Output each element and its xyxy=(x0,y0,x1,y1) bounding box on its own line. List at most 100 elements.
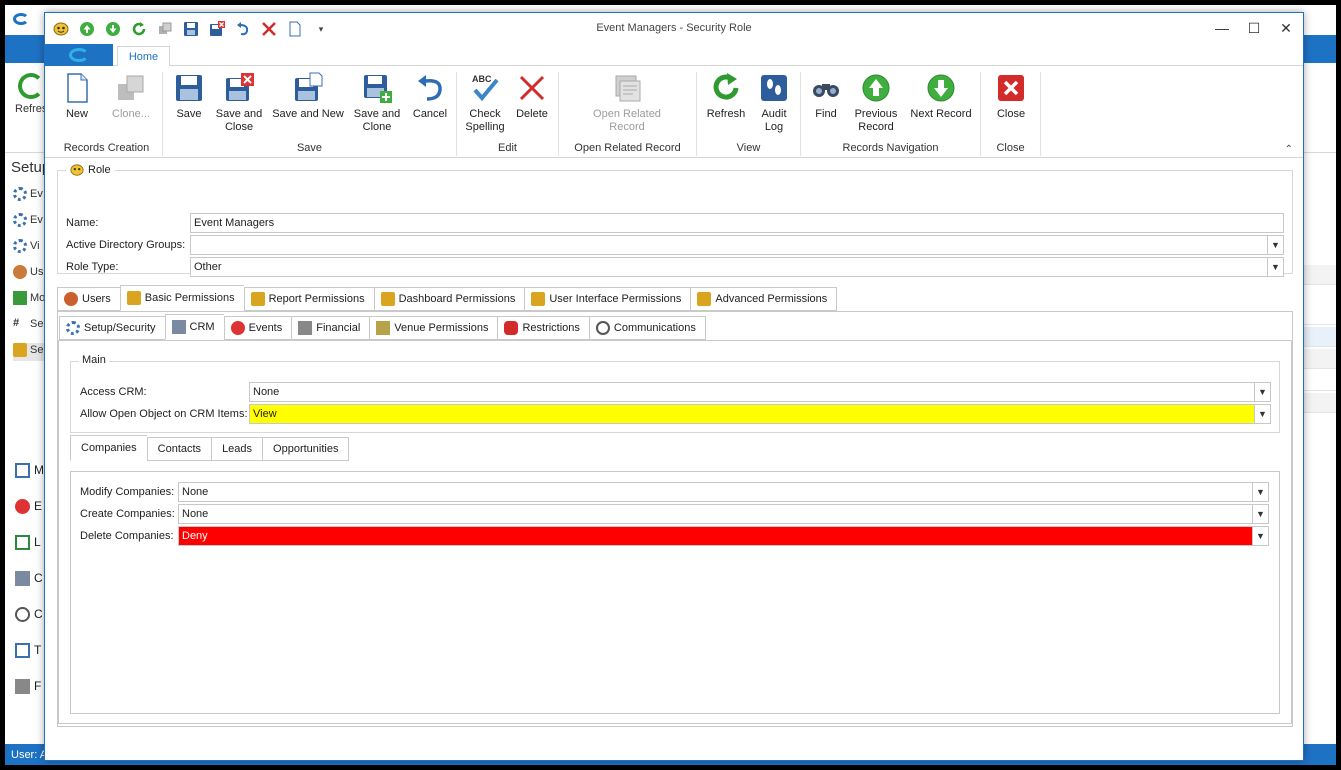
close-button[interactable]: Close xyxy=(989,72,1033,121)
close-window-button[interactable]: ✕ xyxy=(1277,19,1295,37)
cancel-button[interactable]: Cancel xyxy=(409,72,451,121)
create-companies-row: Create Companies: None ▼ xyxy=(80,504,1280,524)
role-type-dropdown[interactable]: Other ▼ xyxy=(190,257,1284,277)
bg-side-item[interactable]: # Se xyxy=(13,317,47,335)
save-and-new-button[interactable]: Save and New xyxy=(271,72,345,121)
security-role-window: ▾ Event Managers - Security Role — ☐ ✕ H… xyxy=(44,12,1304,761)
group-label-view: View xyxy=(736,142,761,154)
bg-side-item[interactable]: Us xyxy=(13,265,47,283)
tab-financial[interactable]: Financial xyxy=(291,316,370,340)
window-title: Event Managers - Security Role xyxy=(596,22,752,34)
calculator-icon xyxy=(298,321,313,335)
hash-icon: # xyxy=(13,317,20,329)
pin-icon xyxy=(15,499,30,515)
bg-refresh-button[interactable]: Refres xyxy=(15,73,47,115)
bg-side-item[interactable]: Se xyxy=(13,343,47,361)
save-clone-icon xyxy=(364,75,392,103)
tab-contacts[interactable]: Contacts xyxy=(146,437,212,461)
users-icon xyxy=(64,292,78,306)
group-label-open-related: Open Related Record xyxy=(574,142,681,154)
modify-companies-dropdown[interactable]: None ▼ xyxy=(178,482,1269,502)
next-record-button[interactable]: Next Record xyxy=(905,72,977,121)
save-and-close-button[interactable]: Save and Close xyxy=(213,72,265,134)
minimize-button[interactable]: — xyxy=(1213,19,1231,37)
tab-restrictions[interactable]: Restrictions xyxy=(497,316,589,340)
file-menu-tab[interactable] xyxy=(45,44,113,66)
maximize-button[interactable]: ☐ xyxy=(1245,19,1263,37)
access-crm-row: Access CRM: None ▼ xyxy=(80,382,1280,402)
related-record-icon xyxy=(615,75,641,102)
chevron-down-icon[interactable]: ▼ xyxy=(1252,527,1268,545)
bg-side-item[interactable]: Vi xyxy=(13,239,47,257)
bg-side-item[interactable]: Ev xyxy=(13,213,47,231)
ad-groups-dropdown[interactable]: ▼ xyxy=(190,235,1284,255)
tab-communications[interactable]: Communications xyxy=(588,316,706,340)
tab-crm[interactable]: CRM xyxy=(164,314,224,340)
collapse-ribbon-icon[interactable]: ⌃ xyxy=(1285,144,1293,155)
tab-advanced-permissions[interactable]: Advanced Permissions xyxy=(690,287,838,311)
companies-panel: Modify Companies: None ▼ Create Companies… xyxy=(70,471,1280,714)
role-legend: Role xyxy=(66,163,115,177)
new-button[interactable]: New xyxy=(55,72,99,121)
chevron-down-icon[interactable]: ▼ xyxy=(1252,505,1268,523)
bg-grid-row xyxy=(1303,327,1336,347)
tab-report-permissions[interactable]: Report Permissions xyxy=(243,287,374,311)
arrow-up-circle-icon xyxy=(862,74,890,102)
check-spelling-button[interactable]: ABC Check Spelling xyxy=(461,72,509,134)
previous-record-button[interactable]: Previous Record xyxy=(851,72,901,134)
tab-events[interactable]: Events xyxy=(223,316,292,340)
chevron-down-icon[interactable]: ▼ xyxy=(1252,483,1268,501)
building-icon xyxy=(15,571,30,587)
chevron-down-icon[interactable]: ▼ xyxy=(1267,236,1283,254)
new-document-icon xyxy=(67,73,88,103)
money-icon xyxy=(13,291,27,305)
bg-side-item[interactable]: Mo xyxy=(13,291,47,309)
chevron-down-icon[interactable]: ▼ xyxy=(1254,405,1270,423)
venue-icon xyxy=(376,321,391,335)
main-group: Main Access CRM: None ▼ Allow Open Object… xyxy=(70,354,1280,433)
bg-grid-row xyxy=(1303,265,1336,285)
tab-user-interface-permissions[interactable]: User Interface Permissions xyxy=(524,287,691,311)
tab-leads[interactable]: Leads xyxy=(211,437,263,461)
allow-open-object-dropdown[interactable]: View ▼ xyxy=(249,404,1271,424)
tab-home[interactable]: Home xyxy=(117,46,170,67)
tab-setup-security[interactable]: Setup/Security xyxy=(59,316,165,340)
chevron-down-icon[interactable]: ▼ xyxy=(1267,258,1283,276)
delete-companies-row: Delete Companies: Deny ▼ xyxy=(80,526,1280,546)
tab-opportunities[interactable]: Opportunities xyxy=(262,437,350,461)
tab-basic-permissions[interactable]: Basic Permissions xyxy=(119,285,244,311)
bg-refresh-label: Refres xyxy=(15,103,48,115)
stop-hand-icon xyxy=(504,321,519,335)
tab-dashboard-permissions[interactable]: Dashboard Permissions xyxy=(373,287,525,311)
save-button[interactable]: Save xyxy=(169,72,209,121)
allow-open-object-row: Allow Open Object on CRM Items: View ▼ xyxy=(80,404,1280,424)
chevron-down-icon[interactable]: ▼ xyxy=(1254,383,1270,401)
gear-icon xyxy=(13,213,27,227)
clone-button[interactable]: Clone... xyxy=(103,72,159,121)
save-and-clone-button[interactable]: Save and Clone xyxy=(351,72,403,134)
tab-users[interactable]: Users xyxy=(57,287,120,311)
bg-grid-right xyxy=(1303,153,1336,743)
audit-log-button[interactable]: Audit Log xyxy=(753,72,795,134)
delete-button[interactable]: Delete xyxy=(511,72,553,121)
ribbon-group-records-creation: New Clone... Records Creation xyxy=(51,72,163,156)
home-icon xyxy=(15,463,30,479)
create-companies-dropdown[interactable]: None ▼ xyxy=(178,504,1269,524)
title-bar: ▾ Event Managers - Security Role — ☐ ✕ xyxy=(45,13,1303,44)
find-button[interactable]: Find xyxy=(807,72,845,121)
floppy-disk-icon xyxy=(176,75,202,101)
group-label-close: Close xyxy=(996,142,1025,154)
delete-companies-dropdown[interactable]: Deny ▼ xyxy=(178,526,1269,546)
tab-companies[interactable]: Companies xyxy=(70,435,147,461)
app-logo-icon xyxy=(69,48,89,62)
gear-icon xyxy=(66,321,80,335)
name-field[interactable]: Event Managers xyxy=(190,213,1284,233)
open-related-record-button[interactable]: Open Related Record xyxy=(587,72,667,134)
gear-icon xyxy=(13,239,27,253)
save-close-icon xyxy=(226,73,254,101)
tab-venue-permissions[interactable]: Venue Permissions xyxy=(369,316,498,340)
refresh-button[interactable]: Refresh xyxy=(703,72,749,121)
access-crm-dropdown[interactable]: None ▼ xyxy=(249,382,1271,402)
bg-side-item[interactable]: Ev xyxy=(13,187,47,205)
modify-companies-label: Modify Companies: xyxy=(80,486,175,498)
